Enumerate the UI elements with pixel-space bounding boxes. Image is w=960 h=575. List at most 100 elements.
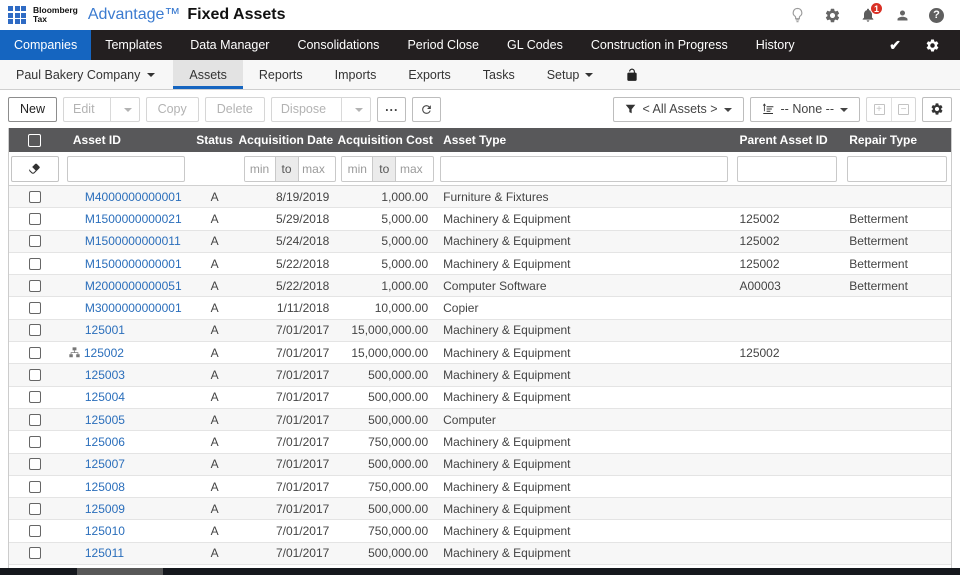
grid-settings-button[interactable] (922, 97, 952, 122)
copy-button[interactable]: Copy (146, 97, 199, 122)
row-checkbox[interactable] (29, 302, 41, 314)
more-actions-button[interactable]: ... (377, 97, 406, 122)
sort-selector-button[interactable]: -- None -- (750, 97, 860, 122)
dispose-dropdown-caret-icon[interactable] (348, 107, 370, 112)
edit-button[interactable]: Edit (63, 97, 140, 122)
row-checkbox[interactable] (29, 213, 41, 225)
asset-id-link[interactable]: 125004 (85, 390, 125, 404)
parent-asset-id-filter-input[interactable] (737, 156, 837, 182)
asset-id-link[interactable]: 125011 (85, 546, 124, 560)
tab-exports[interactable]: Exports (392, 60, 466, 89)
nav-gear-icon[interactable] (925, 38, 940, 53)
row-checkbox-cell (9, 503, 61, 515)
row-checkbox[interactable] (29, 191, 41, 203)
asset-id-link[interactable]: 125002 (84, 346, 124, 360)
row-checkbox[interactable] (29, 436, 41, 448)
main-nav-item-period-close[interactable]: Period Close (393, 30, 493, 60)
row-checkbox[interactable] (29, 525, 41, 537)
tab-tasks[interactable]: Tasks (467, 60, 531, 89)
asset-id-link[interactable]: 125001 (85, 323, 125, 337)
select-all-checkbox[interactable] (28, 134, 41, 147)
main-nav-item-history[interactable]: History (742, 30, 809, 60)
expand-all-button[interactable]: + (867, 98, 891, 121)
row-checkbox[interactable] (29, 547, 41, 559)
asset-id-link[interactable]: 125007 (85, 457, 125, 471)
col-header-repair-type[interactable]: Repair Type (843, 133, 951, 147)
row-checkbox[interactable] (29, 458, 41, 470)
status-cell: A (191, 524, 239, 538)
main-nav-item-gl-codes[interactable]: GL Codes (493, 30, 577, 60)
lightbulb-icon[interactable] (790, 7, 805, 23)
bloomberg-grid-logo-icon[interactable] (8, 6, 26, 24)
repair-type-filter-input[interactable] (847, 156, 947, 182)
asset-id-link[interactable]: 125008 (85, 480, 125, 494)
validation-check-icon[interactable]: ✔ (889, 37, 901, 54)
unlock-icon[interactable] (625, 68, 639, 82)
main-nav-item-companies[interactable]: Companies (0, 30, 91, 60)
cost-min-input[interactable] (342, 157, 372, 181)
row-checkbox[interactable] (29, 391, 41, 403)
scrollbar-thumb[interactable] (77, 568, 163, 575)
asset-type-filter-input[interactable] (440, 156, 728, 182)
main-nav-item-data-manager[interactable]: Data Manager (176, 30, 283, 60)
row-checkbox[interactable] (29, 280, 41, 292)
asset-id-link[interactable]: M2000000000051 (85, 279, 182, 293)
table-row: M4000000000001A8/19/20191,000.00Furnitur… (9, 186, 951, 208)
asset-id-link[interactable]: 125006 (85, 435, 125, 449)
tab-imports[interactable]: Imports (319, 60, 393, 89)
asset-id-filter-input[interactable] (67, 156, 185, 182)
asset-id-link[interactable]: M1500000000021 (85, 212, 182, 226)
date-max-input[interactable] (299, 157, 329, 181)
horizontal-scrollbar[interactable] (0, 568, 960, 575)
row-checkbox[interactable] (29, 347, 41, 359)
row-checkbox[interactable] (29, 414, 41, 426)
asset-id-link[interactable]: 125005 (85, 413, 125, 427)
delete-button[interactable]: Delete (205, 97, 265, 122)
date-min-input[interactable] (245, 157, 275, 181)
settings-gear-icon[interactable] (824, 7, 841, 24)
asset-id-link[interactable]: M1500000000001 (85, 257, 182, 271)
tab-reports[interactable]: Reports (243, 60, 319, 89)
row-checkbox[interactable] (29, 324, 41, 336)
row-checkbox[interactable] (29, 481, 41, 493)
asset-id-link[interactable]: 125010 (85, 524, 125, 538)
row-checkbox[interactable] (29, 369, 41, 381)
dispose-button[interactable]: Dispose (271, 97, 371, 122)
col-header-parent-asset-id[interactable]: Parent Asset ID (733, 133, 843, 147)
table-row: 125003A7/01/2017500,000.00Machinery & Eq… (9, 364, 951, 386)
collapse-all-button[interactable]: − (891, 98, 915, 121)
col-header-asset-type[interactable]: Asset Type (434, 133, 733, 147)
cost-max-input[interactable] (396, 157, 426, 181)
main-nav-item-templates[interactable]: Templates (91, 30, 176, 60)
asset-id-link[interactable]: M1500000000011 (85, 234, 181, 248)
main-nav-item-construction-in-progress[interactable]: Construction in Progress (577, 30, 742, 60)
main-nav-item-consolidations[interactable]: Consolidations (283, 30, 393, 60)
company-selector[interactable]: Paul Bakery Company (0, 60, 173, 89)
clear-filters-button[interactable] (11, 156, 59, 182)
notifications-bell-icon[interactable]: 1 (860, 7, 876, 23)
asset-id-link[interactable]: 125009 (85, 502, 125, 516)
row-checkbox[interactable] (29, 503, 41, 515)
acquisition-date-cell: 7/01/2017 (239, 368, 337, 382)
tab-assets[interactable]: Assets (173, 60, 243, 89)
acquisition-date-cell: 7/01/2017 (239, 524, 337, 538)
new-button[interactable]: New (8, 97, 57, 122)
user-icon[interactable] (895, 8, 910, 23)
help-icon[interactable]: ? (929, 8, 944, 23)
filter-selector-button[interactable]: < All Assets > (613, 97, 743, 122)
col-header-acquisition-cost[interactable]: Acquisition Cost (336, 133, 434, 147)
tab-setup[interactable]: Setup (531, 60, 610, 89)
edit-dropdown-caret-icon[interactable] (117, 107, 139, 112)
status-cell: A (191, 301, 239, 315)
row-checkbox[interactable] (29, 235, 41, 247)
col-header-acquisition-date[interactable]: Acquisition Date (239, 133, 337, 147)
col-header-asset-id[interactable]: Asset ID (61, 133, 191, 147)
asset-id-link[interactable]: M4000000000001 (85, 190, 182, 204)
row-checkbox[interactable] (29, 258, 41, 270)
asset-id-link[interactable]: 125003 (85, 368, 125, 382)
col-header-status[interactable]: Status (191, 133, 239, 147)
refresh-button[interactable] (412, 97, 441, 122)
asset-id-link[interactable]: M3000000000001 (85, 301, 182, 315)
repair-filter-cell (843, 156, 951, 182)
parent-asset-id-cell: 125002 (733, 234, 843, 248)
